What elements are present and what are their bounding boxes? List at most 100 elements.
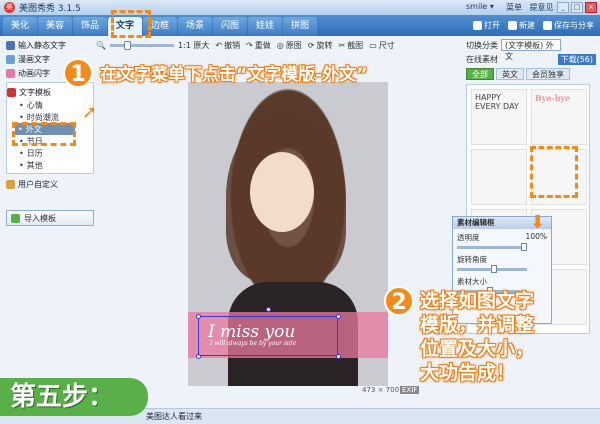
size-label: 尺寸 bbox=[378, 40, 395, 50]
online-material-link[interactable]: 在线素材 bbox=[466, 54, 498, 65]
tree-label: 心情 bbox=[26, 100, 43, 110]
photo[interactable]: I miss you I will always be by your side bbox=[188, 82, 388, 386]
close-icon[interactable]: × bbox=[585, 2, 597, 13]
download-more-button[interactable]: 下载(56) bbox=[557, 53, 596, 65]
tab-english[interactable]: 英文 bbox=[496, 68, 524, 80]
category-select[interactable]: (文字模板) 外文 bbox=[501, 39, 561, 61]
bullet-icon: • bbox=[19, 160, 24, 170]
resize-handle[interactable] bbox=[196, 314, 201, 319]
rotation-knob[interactable] bbox=[491, 265, 497, 273]
folder-icon bbox=[6, 179, 15, 189]
step2-instruction: 选择如图文字 模版，并调整 位置及大小， 大功告成！ bbox=[420, 289, 534, 385]
title-bar: 美 美图秀秀 3.1.5 smile ▾ 菜单 提意见 _ □ × bbox=[0, 0, 600, 15]
app-window: 美 美图秀秀 3.1.5 smile ▾ 菜单 提意见 _ □ × 美化 美容 … bbox=[0, 0, 600, 424]
feedback-link[interactable]: 提意见 bbox=[530, 3, 554, 12]
exif-badge[interactable]: EXIF bbox=[400, 386, 420, 394]
tab-all[interactable]: 全部 bbox=[466, 68, 494, 80]
import-icon bbox=[11, 213, 20, 223]
bullet-icon: • bbox=[19, 148, 24, 158]
redo-icon: ↷ bbox=[246, 40, 253, 50]
menu-bar: 美化 美容 饰品 文字 边框 场景 闪图 娃娃 拼图 打开 新建 保存与分享 bbox=[0, 15, 600, 36]
resize-handle[interactable] bbox=[336, 314, 341, 319]
template-small-text: I will always be by your side bbox=[210, 340, 297, 347]
photo-face bbox=[250, 152, 314, 232]
flash-icon bbox=[6, 68, 15, 78]
tab-beautify[interactable]: 美化 bbox=[3, 17, 37, 36]
undo-button[interactable]: ↶ 撤销 bbox=[215, 40, 240, 51]
tab-face[interactable]: 美容 bbox=[38, 17, 72, 36]
redo-button[interactable]: ↷ 重做 bbox=[246, 40, 271, 51]
step2-line-1: 选择如图文字 bbox=[420, 290, 535, 312]
template-thumb[interactable]: Bye-bye bbox=[531, 89, 587, 145]
thumb-text: HAPPY EVERY DAY bbox=[475, 93, 519, 111]
minimize-icon[interactable]: _ bbox=[557, 2, 569, 13]
sidebar-item-user-defined[interactable]: 用户自定义 bbox=[6, 177, 94, 191]
highlight-text-tab bbox=[111, 10, 151, 38]
original-label: 原图 bbox=[285, 40, 302, 50]
original-button[interactable]: ◎ 原图 bbox=[277, 40, 302, 51]
template-main-text: I miss you bbox=[208, 322, 296, 342]
new-button[interactable]: 新建 bbox=[508, 18, 535, 33]
opacity-value: 100% bbox=[525, 232, 547, 241]
opacity-knob[interactable] bbox=[521, 243, 527, 251]
sidebar-label: 漫画文字 bbox=[18, 54, 50, 64]
rotate-handle[interactable] bbox=[266, 307, 271, 312]
tab-doll[interactable]: 娃娃 bbox=[248, 17, 282, 36]
import-template-button[interactable]: 导入模板 bbox=[6, 210, 94, 226]
arrow-down-icon: ⬇ bbox=[530, 212, 546, 233]
tree-item-calendar[interactable]: • 日历 bbox=[7, 147, 93, 159]
tab-accessories[interactable]: 饰品 bbox=[73, 17, 107, 36]
zoom-slider[interactable] bbox=[109, 40, 174, 50]
resize-handle[interactable] bbox=[196, 354, 201, 359]
tab-scene[interactable]: 场景 bbox=[178, 17, 212, 36]
step2-line-2: 模版，并调整 bbox=[420, 314, 535, 336]
tab-member[interactable]: 会员独享 bbox=[526, 68, 570, 80]
zoom-1to1-button[interactable]: 1:1 原大 bbox=[178, 40, 209, 51]
step1-instruction: 在文字菜单下点击“文字模版-外文” bbox=[100, 65, 368, 85]
zoom-slider-knob[interactable] bbox=[123, 40, 131, 50]
tree-item-other[interactable]: • 其他 bbox=[7, 159, 93, 171]
app-title: 美图秀秀 3.1.5 bbox=[19, 4, 81, 14]
template-thumb[interactable]: HAPPY EVERY DAY bbox=[471, 89, 527, 145]
tab-flash[interactable]: 闪图 bbox=[213, 17, 247, 36]
highlight-foreign-item bbox=[12, 122, 76, 146]
bullet-icon: • bbox=[19, 100, 24, 110]
rotation-slider[interactable] bbox=[457, 265, 527, 273]
rotation-row: 旋转角度 bbox=[453, 251, 551, 273]
status-tip[interactable]: 美图达人看过来 bbox=[146, 412, 202, 421]
zoom-icon: 🔍 bbox=[96, 40, 106, 50]
tab-collage[interactable]: 拼图 bbox=[283, 17, 317, 36]
tree-label: 日历 bbox=[26, 148, 43, 158]
menu-link[interactable]: 菜单 bbox=[506, 3, 522, 12]
step2-line-4: 大功告成！ bbox=[420, 362, 516, 384]
crop-button[interactable]: ✂ 截图 bbox=[338, 40, 363, 51]
new-label: 新建 bbox=[519, 21, 535, 30]
step-number-2: 2 bbox=[384, 286, 414, 316]
original-icon: ◎ bbox=[276, 40, 284, 50]
opacity-slider[interactable] bbox=[457, 243, 527, 251]
save-share-button[interactable]: 保存与分享 bbox=[543, 18, 594, 33]
open-button[interactable]: 打开 bbox=[473, 18, 500, 33]
template-thumb[interactable] bbox=[471, 149, 527, 205]
thumb-text: Bye-bye bbox=[535, 93, 571, 103]
maximize-icon[interactable]: □ bbox=[571, 2, 583, 13]
sidebar-label: 动画闪字 bbox=[18, 68, 50, 78]
sidebar-item-static-text[interactable]: 输入静态文字 bbox=[6, 38, 94, 52]
app-logo-icon: 美 bbox=[4, 2, 15, 13]
step-number-1: 1 bbox=[63, 58, 93, 88]
account-menu[interactable]: smile ▾ bbox=[466, 2, 494, 11]
resize-handle[interactable] bbox=[336, 354, 341, 359]
image-size: 473 × 700 bbox=[362, 386, 400, 394]
sidebar: 输入静态文字 漫画文字 动画闪字 文字模板 • 心情 • 时尚潮流 • 外文 • 节日 … bbox=[6, 38, 94, 408]
rotate-button[interactable]: ⟳ 旋转 bbox=[308, 40, 333, 51]
redo-label: 重做 bbox=[254, 40, 271, 50]
arrow-icon: ➚ bbox=[82, 102, 98, 123]
tree-item-mood[interactable]: • 心情 bbox=[7, 99, 93, 111]
save-label: 保存与分享 bbox=[554, 21, 594, 30]
highlight-template-thumb bbox=[530, 146, 578, 198]
import-label: 导入模板 bbox=[24, 213, 56, 223]
size-icon: ▭ bbox=[369, 40, 377, 50]
size-button[interactable]: ▭ 尺寸 bbox=[369, 40, 395, 51]
tree-label: 其他 bbox=[26, 160, 43, 170]
template-icon bbox=[7, 87, 16, 97]
